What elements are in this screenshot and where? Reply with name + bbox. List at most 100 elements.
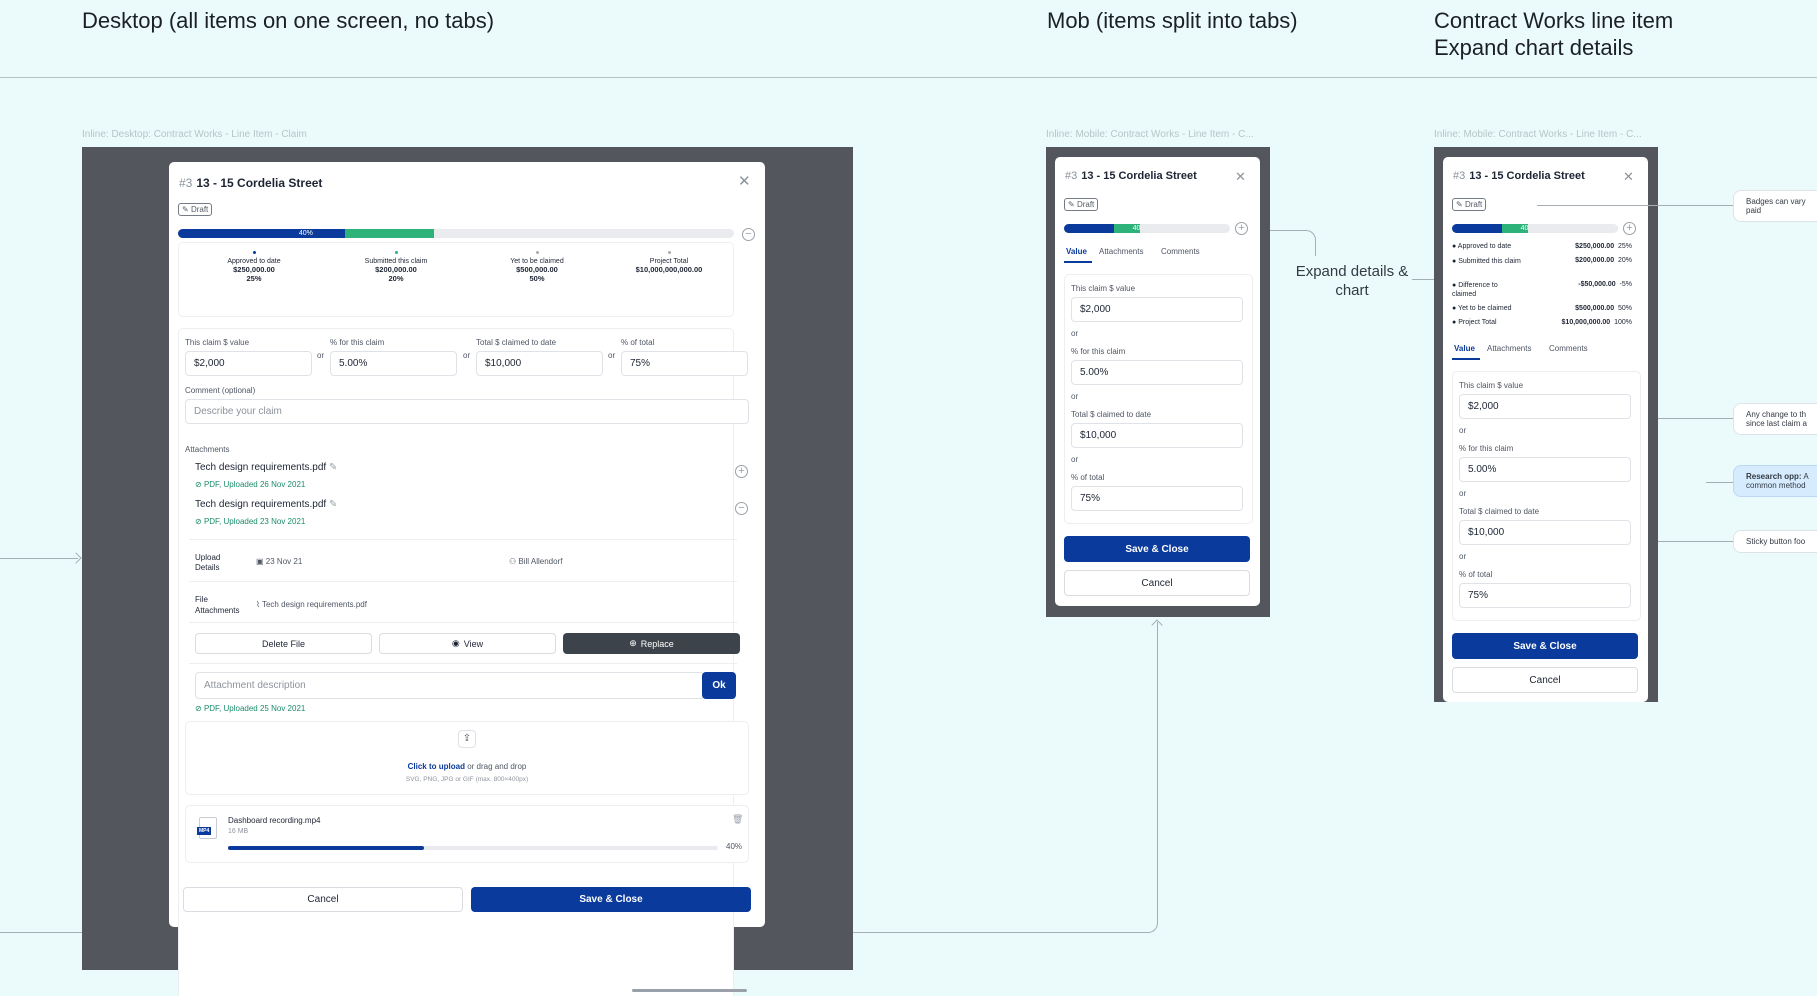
progress-label: 40: [1520, 225, 1529, 232]
claim-progress-bar: 40%: [178, 229, 734, 238]
tab-attachments[interactable]: Attachments: [1099, 247, 1143, 256]
note-research-bold: Research opp:: [1746, 472, 1802, 481]
save-close-button[interactable]: Save & Close: [1452, 633, 1638, 659]
claim-value-label: This claim $ value: [1459, 381, 1524, 390]
replace-button[interactable]: ⊕ Replace: [563, 633, 740, 654]
note-sticky: Sticky button foo: [1733, 530, 1817, 553]
tab-value[interactable]: Value: [1066, 247, 1087, 256]
cancel-button[interactable]: Cancel: [1064, 570, 1250, 596]
claim-value-input[interactable]: $2,000: [1071, 297, 1243, 322]
user-icon: ⚇: [509, 557, 517, 566]
status-badge-text: Draft: [1076, 200, 1095, 209]
attachment-1: Tech design requirements.pdf ✎: [195, 462, 337, 473]
status-badge: ✎ Draft: [1452, 198, 1487, 211]
expand-icon[interactable]: +: [1623, 222, 1636, 235]
pct-total-input[interactable]: 75%: [1459, 583, 1631, 608]
connector-left: [0, 558, 78, 559]
upload-dropzone[interactable]: ⇪ Click to upload or drag and drop SVG, …: [185, 721, 749, 795]
pencil-icon: ✎: [1456, 200, 1463, 209]
file-attachment-name: Tech design requirements.pdf: [261, 600, 367, 609]
recording-size: 16 MB: [228, 828, 249, 835]
comment-placeholder: Describe your claim: [194, 406, 282, 417]
stat-value: $250,000.00: [233, 265, 275, 274]
detail-pct: -5%: [1619, 281, 1632, 288]
tab-active-indicator: [1064, 261, 1092, 263]
comment-input[interactable]: Describe your claim: [185, 399, 749, 424]
pencil-icon[interactable]: ✎: [329, 462, 337, 473]
close-icon[interactable]: ✕: [738, 174, 751, 189]
stat-label: Project Total: [649, 258, 689, 265]
view-button[interactable]: ◉ View: [379, 633, 556, 654]
recording-upload-card: MP4 Dashboard recording.mp4 16 MB 🗑 40%: [185, 805, 749, 863]
save-close-button[interactable]: Save & Close: [471, 887, 751, 912]
remove-icon[interactable]: −: [735, 502, 748, 515]
pct-total-input[interactable]: 75%: [1071, 486, 1243, 511]
status-badge: ✎ Draft: [178, 203, 213, 216]
cancel-button[interactable]: Cancel: [1452, 667, 1638, 693]
note-research: Research opp: Acommon method: [1733, 465, 1817, 497]
pct-claim-input[interactable]: 5.00%: [330, 351, 457, 376]
total-claimed-input[interactable]: $10,000: [1071, 423, 1243, 448]
claim-progress-bar: 40: [1452, 224, 1618, 233]
item-number: #3: [179, 176, 193, 190]
expand-annotation: Expand details & chart: [1295, 263, 1409, 299]
delete-file-button[interactable]: Delete File: [195, 633, 372, 654]
stat-pct: 20%: [388, 274, 404, 283]
divider: [189, 663, 737, 664]
pct-total-label: % of total: [1071, 473, 1105, 482]
detail-pct: 100%: [1614, 319, 1632, 326]
save-close-button[interactable]: Save & Close: [1064, 536, 1250, 562]
stat-pct: 25%: [246, 274, 262, 283]
pct-total-input[interactable]: 75%: [621, 351, 748, 376]
cancel-button[interactable]: Cancel: [183, 887, 463, 912]
total-claimed-input[interactable]: $10,000: [1459, 520, 1631, 545]
connector-expand-curve: [1262, 230, 1316, 256]
file-attachment[interactable]: ⌇ Tech design requirements.pdf: [256, 600, 367, 609]
note-badges-line1: Badges can vary: [1746, 197, 1806, 206]
uploader-name: Bill Allendorf: [518, 557, 563, 566]
ok-button[interactable]: Ok: [702, 672, 736, 699]
trash-icon[interactable]: 🗑: [732, 814, 743, 825]
tab-comments[interactable]: Comments: [1161, 247, 1200, 256]
tab-comments[interactable]: Comments: [1549, 344, 1588, 353]
or-label: or: [463, 351, 471, 360]
close-icon[interactable]: ✕: [1235, 169, 1246, 184]
cloud-upload-icon: ⇪: [458, 730, 476, 748]
stat-submitted: Submitted this claim $200,000.00 20%: [346, 251, 446, 283]
close-icon[interactable]: ✕: [1623, 169, 1634, 184]
claim-value-input[interactable]: $2,000: [1459, 394, 1631, 419]
pct-claim-label: % for this claim: [1071, 347, 1126, 356]
total-claimed-input[interactable]: $10,000: [476, 351, 603, 376]
add-icon[interactable]: +: [735, 465, 748, 478]
detail-label-text: Project Total: [1458, 319, 1497, 326]
detail-row: ● Yet to be claimed $500,000.00 50%: [1452, 305, 1632, 319]
pct-total-label: % of total: [1459, 570, 1493, 579]
progress-label: 40: [1132, 225, 1141, 232]
expand-icon[interactable]: +: [1235, 222, 1248, 235]
collapse-icon[interactable]: −: [742, 228, 755, 241]
calendar-icon: ▣: [256, 557, 264, 566]
frame-label-desktop: Inline: Desktop: Contract Works - Line I…: [82, 129, 307, 140]
attachment-description-placeholder: Attachment description: [204, 680, 306, 691]
frame-label-mobile: Inline: Mobile: Contract Works - Line It…: [1046, 129, 1254, 140]
pencil-icon[interactable]: ✎: [329, 499, 337, 510]
attachment-description-input[interactable]: Attachment description: [195, 672, 705, 699]
detail-label: ● Project Total: [1452, 319, 1497, 326]
or-label: or: [1071, 329, 1079, 338]
pct-claim-input[interactable]: 5.00%: [1459, 457, 1631, 482]
or-label: or: [1071, 392, 1079, 401]
item-title: 13 - 15 Cordelia Street: [1469, 170, 1585, 182]
tab-value[interactable]: Value: [1454, 344, 1475, 353]
tab-attachments[interactable]: Attachments: [1487, 344, 1531, 353]
pct-claim-input[interactable]: 5.00%: [1071, 360, 1243, 385]
mobile-heading: Mob (items split into tabs): [1047, 8, 1298, 33]
claim-value-input[interactable]: $2,000: [185, 351, 312, 376]
detail-pct: 25%: [1617, 243, 1632, 250]
detail-value: $10,000,000.00: [1561, 319, 1611, 326]
horizontal-scrollbar[interactable]: [632, 989, 747, 992]
upload-link[interactable]: Click to upload: [408, 762, 465, 771]
pct-total-label: % of total: [621, 338, 655, 347]
stat-value: $500,000.00: [516, 265, 558, 274]
or-label: or: [608, 351, 616, 360]
detail-pct: 50%: [1617, 305, 1632, 312]
